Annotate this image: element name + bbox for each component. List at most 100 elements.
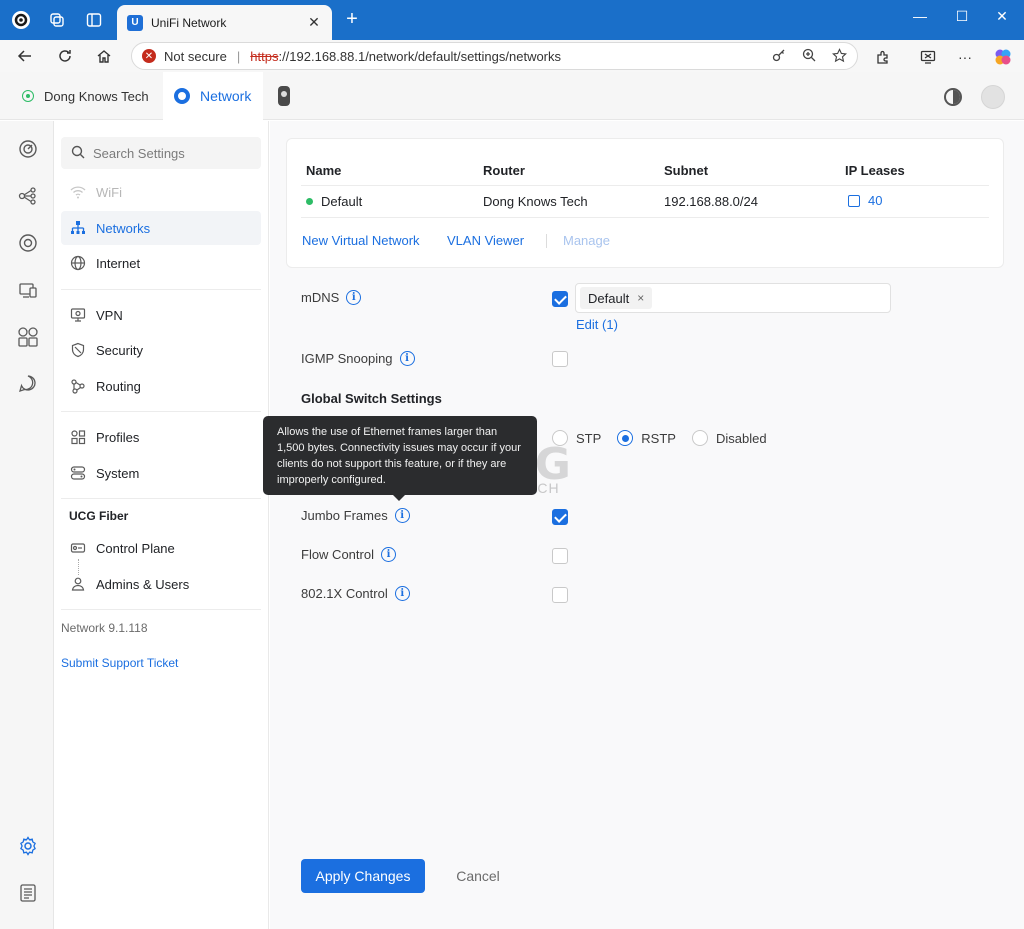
- radio-stp[interactable]: [552, 430, 568, 446]
- chip-label: Default: [588, 290, 630, 306]
- sidebar-item-profiles[interactable]: Profiles: [61, 420, 261, 454]
- globe-icon: [69, 254, 87, 272]
- system-icon: [69, 464, 87, 482]
- logs-icon[interactable]: [17, 882, 39, 904]
- alarms-icon[interactable]: [17, 373, 39, 395]
- igmp-row-label: IGMP Snooping i: [301, 351, 415, 366]
- site-switcher[interactable]: Dong Knows Tech: [0, 72, 158, 120]
- flow-info-icon[interactable]: i: [380, 547, 396, 562]
- mdns-checkbox[interactable]: [552, 291, 568, 307]
- sidebar-item-wifi[interactable]: WiFi: [61, 175, 261, 209]
- favorite-star-icon[interactable]: [832, 48, 847, 66]
- network-name-cell[interactable]: Default: [306, 194, 362, 209]
- sidebar-item-label: Security: [96, 342, 143, 358]
- col-header-ip-leases[interactable]: IP Leases: [845, 163, 905, 178]
- jumbo-info-icon[interactable]: i: [394, 508, 410, 523]
- mdns-info-icon[interactable]: i: [346, 290, 362, 305]
- address-bar[interactable]: ✕ Not secure | https ://192.168.88.1/net…: [131, 42, 858, 70]
- mdns-label: mDNS: [301, 290, 340, 305]
- dashboard-icon[interactable]: [17, 138, 39, 160]
- chip-remove-icon[interactable]: ×: [637, 291, 644, 305]
- reload-icon[interactable]: [53, 44, 77, 68]
- new-virtual-network-link[interactable]: New Virtual Network: [302, 233, 420, 248]
- browser-tab-unifi[interactable]: U UniFi Network ✕: [117, 5, 332, 40]
- topology-icon[interactable]: [17, 185, 39, 207]
- flow-control-checkbox[interactable]: [552, 548, 568, 564]
- back-icon[interactable]: [13, 44, 37, 68]
- zoom-icon[interactable]: [802, 48, 816, 66]
- link-separator: [546, 234, 547, 248]
- sidebar-item-label: Networks: [96, 220, 151, 236]
- sidebar-item-system[interactable]: System: [61, 456, 261, 490]
- sidebar-item-label: Profiles: [96, 429, 140, 445]
- extensions-icon[interactable]: [872, 46, 894, 68]
- network-app-tab[interactable]: Network: [163, 72, 263, 120]
- screenshot-icon[interactable]: [917, 46, 939, 68]
- tab-close-icon[interactable]: ✕: [306, 14, 322, 31]
- sidebar-item-control-plane[interactable]: Control Plane: [61, 531, 261, 565]
- avatar[interactable]: [981, 85, 1005, 109]
- maximize-icon[interactable]: ☐: [950, 8, 974, 25]
- col-header-router[interactable]: Router: [483, 163, 525, 178]
- sidebar-item-label: VPN: [96, 307, 123, 323]
- new-tab-icon[interactable]: +: [342, 9, 362, 29]
- mdns-network-select[interactable]: Default ×: [575, 283, 891, 313]
- mdns-edit-link[interactable]: Edit (1): [576, 317, 618, 332]
- igmp-info-icon[interactable]: i: [399, 351, 415, 366]
- search-settings-box[interactable]: [61, 137, 261, 169]
- network-leases-cell[interactable]: 40: [848, 193, 882, 208]
- app-name: Network: [200, 88, 252, 104]
- spanning-tree-options: STP RSTP Disabled: [552, 430, 783, 446]
- app-rail: [0, 121, 54, 929]
- col-header-name[interactable]: Name: [306, 163, 341, 178]
- search-input[interactable]: [93, 145, 253, 161]
- settings-gear-icon[interactable]: [17, 835, 39, 857]
- dot1x-row-label: 802.1X Control i: [301, 586, 410, 601]
- copilot-icon[interactable]: [992, 46, 1014, 68]
- vpn-icon: [69, 306, 87, 324]
- vlan-viewer-link[interactable]: VLAN Viewer: [447, 233, 524, 248]
- cancel-button[interactable]: Cancel: [442, 859, 514, 893]
- sidebar-item-internet[interactable]: Internet: [61, 246, 261, 280]
- password-key-icon[interactable]: [772, 48, 786, 66]
- browser-profile-icon[interactable]: [11, 10, 31, 30]
- sidebar-item-admins-users[interactable]: Admins & Users: [61, 567, 261, 601]
- window-close-icon[interactable]: ✕: [990, 8, 1014, 25]
- gateway-device-icon[interactable]: [278, 86, 290, 106]
- home-icon[interactable]: [92, 44, 116, 68]
- vertical-tabs-icon[interactable]: [84, 10, 104, 30]
- radio-rstp[interactable]: [617, 430, 634, 446]
- radio-label-rstp: RSTP: [641, 430, 676, 446]
- sidebar-item-vpn[interactable]: VPN: [61, 298, 261, 332]
- workspaces-icon[interactable]: [47, 10, 67, 30]
- network-name: Default: [321, 194, 363, 209]
- sidebar-item-networks[interactable]: Networks: [61, 211, 261, 245]
- sidebar-divider: [61, 289, 261, 290]
- minimize-icon[interactable]: —: [908, 8, 932, 24]
- theme-toggle-icon[interactable]: [944, 88, 962, 106]
- insights-icon[interactable]: [17, 326, 39, 348]
- routing-icon: [69, 377, 87, 395]
- more-menu-icon[interactable]: ···: [954, 46, 976, 68]
- col-header-subnet[interactable]: Subnet: [664, 163, 708, 178]
- sidebar-item-security[interactable]: Security: [61, 333, 261, 367]
- devices-icon[interactable]: [17, 232, 39, 254]
- dot1x-info-icon[interactable]: i: [394, 586, 410, 601]
- igmp-checkbox[interactable]: [552, 351, 568, 367]
- jumbo-frames-checkbox[interactable]: [552, 509, 568, 525]
- apply-changes-button[interactable]: Apply Changes: [301, 859, 425, 893]
- sidebar-item-label: Admins & Users: [96, 576, 190, 592]
- dot1x-control-checkbox[interactable]: [552, 587, 568, 603]
- security-status[interactable]: Not secure: [164, 49, 227, 64]
- sidebar-item-label: System: [96, 465, 140, 481]
- clients-icon[interactable]: [17, 279, 39, 301]
- manage-link[interactable]: Manage: [563, 233, 610, 248]
- sidebar-item-routing[interactable]: Routing: [61, 369, 261, 403]
- tab-title: UniFi Network: [151, 15, 227, 30]
- network-subnet-cell: 192.168.88.0/24: [664, 194, 758, 209]
- unifi-favicon-icon: U: [127, 14, 143, 31]
- settings-content: Name Router Subnet IP Leases Default Don…: [263, 121, 1024, 929]
- radio-disabled[interactable]: [691, 430, 708, 446]
- support-ticket-link[interactable]: Submit Support Ticket: [61, 656, 178, 670]
- url-scheme: https: [250, 48, 279, 64]
